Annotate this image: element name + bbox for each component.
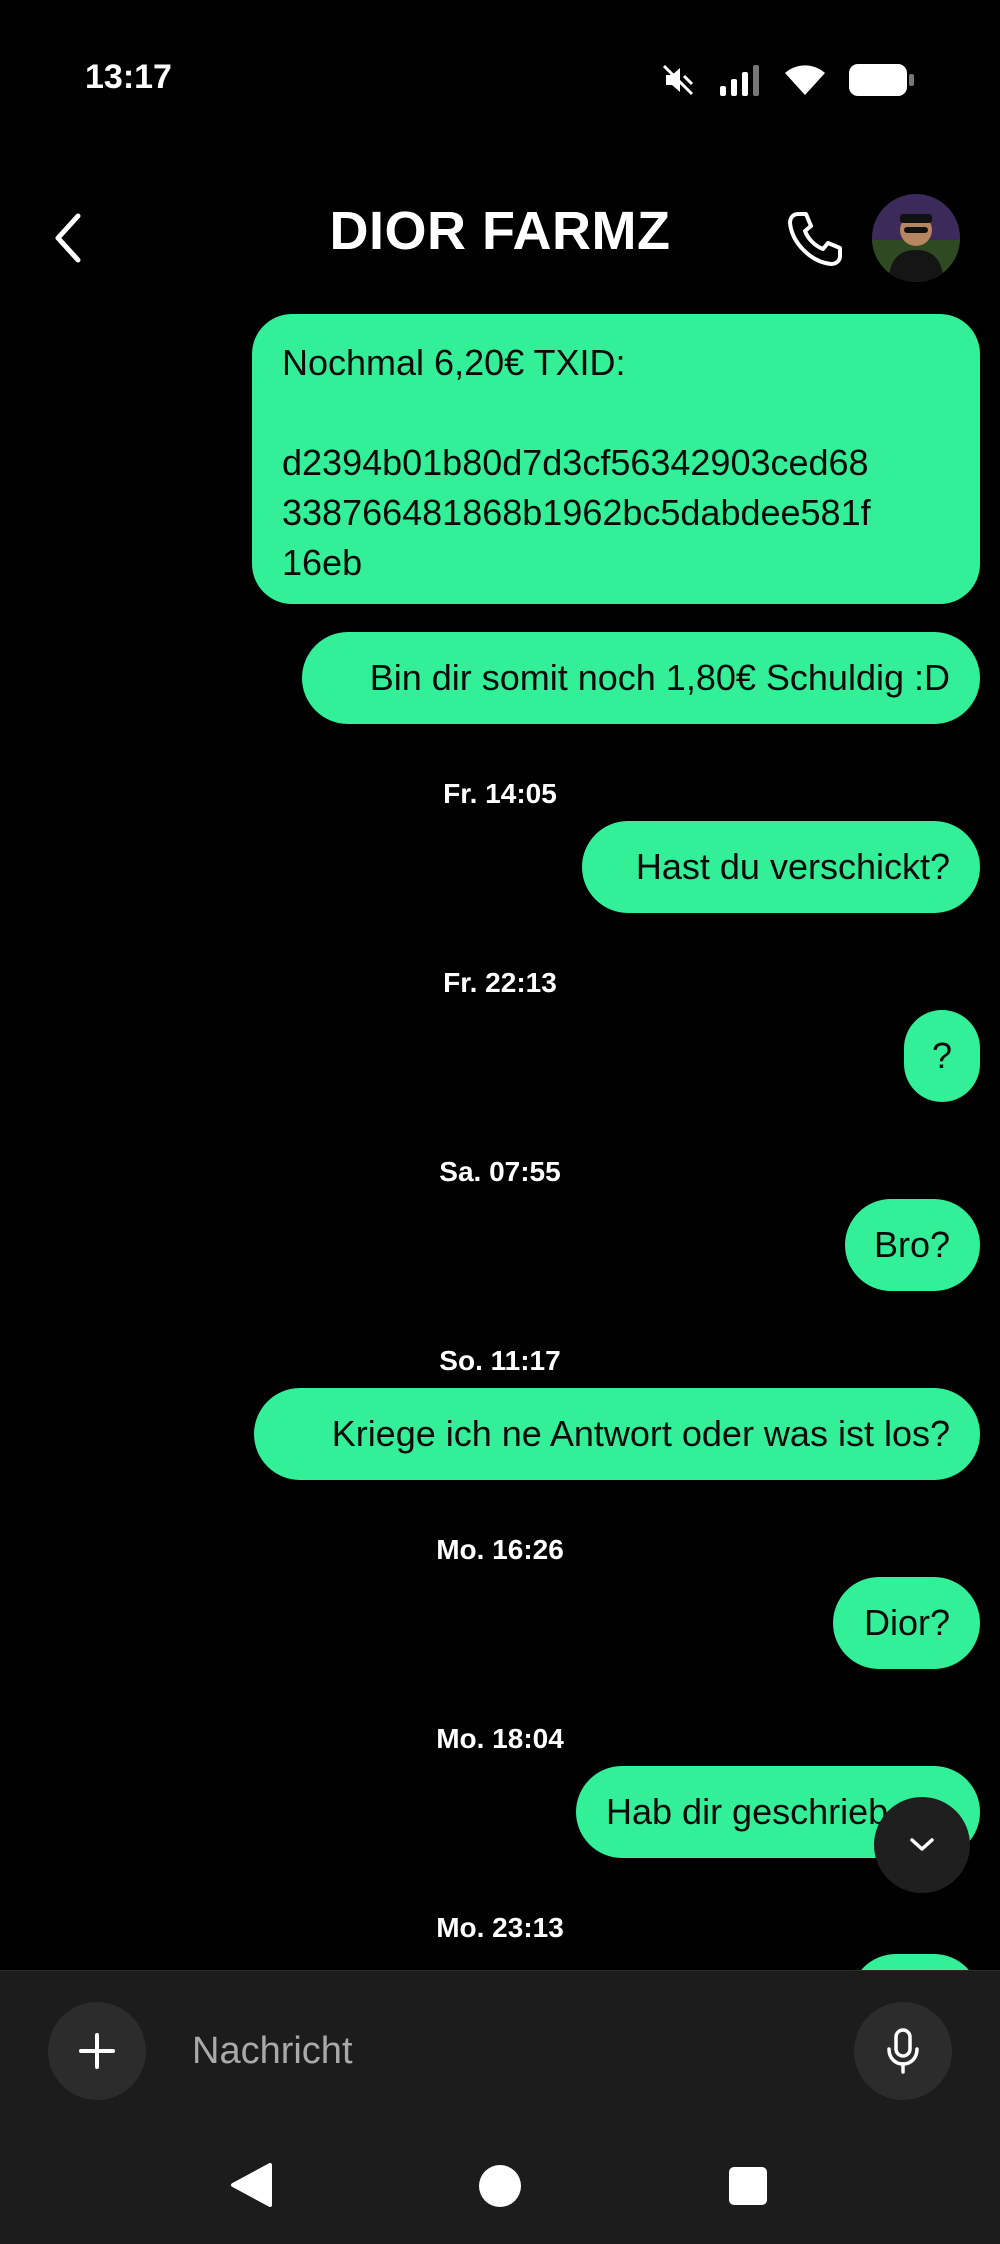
message-input[interactable]	[190, 2020, 834, 2082]
message-text: Hast du verschickt?	[635, 846, 950, 887]
scroll-to-bottom-button[interactable]	[874, 1797, 970, 1893]
timestamp: So. 11:17	[439, 1345, 561, 1376]
mute-icon	[662, 64, 694, 96]
message-text: Dior?	[863, 1602, 950, 1643]
message-text: Bin dir somit noch 1,80€ Schuldig :D	[369, 657, 950, 698]
message-text: Bro?	[873, 1224, 950, 1265]
nav-recents-icon[interactable]	[728, 2166, 768, 2206]
message-text-line: Nochmal 6,20€ TXID:	[282, 342, 626, 383]
attach-button[interactable]	[48, 2002, 146, 2100]
message-bubble[interactable]: Bin dir somit noch 1,80€ Schuldig :D	[302, 632, 980, 724]
message-bubble[interactable]: ?	[904, 1010, 980, 1102]
avatar-image	[872, 194, 960, 282]
nav-back-icon[interactable]	[230, 2162, 272, 2208]
status-icons	[660, 58, 916, 102]
microphone-button[interactable]	[854, 2002, 952, 2100]
message-text-line: 16eb	[282, 542, 363, 583]
message-bubble[interactable]: Nochmal 6,20€ TXID: d2394b01b80d7d3cf563…	[252, 314, 980, 604]
message-bubble[interactable]: Bro?	[845, 1199, 980, 1291]
status-time: 13:17	[85, 58, 172, 96]
plus-icon	[79, 2033, 115, 2069]
battery-icon	[849, 64, 914, 96]
nav-home-icon[interactable]	[478, 2164, 522, 2208]
timestamp: Fr. 22:13	[443, 967, 557, 998]
timestamp: Mo. 23:13	[436, 1912, 564, 1943]
wifi-icon	[785, 65, 825, 95]
phone-icon[interactable]	[784, 208, 846, 270]
message-bubble[interactable]: Hast du verschickt?	[582, 821, 980, 913]
chevron-down-icon	[910, 1838, 934, 1851]
message-text-line: d2394b01b80d7d3cf56342903ced68	[282, 442, 869, 483]
microphone-icon	[887, 2028, 919, 2074]
timestamp: Mo. 18:04	[436, 1723, 564, 1754]
signal-icon	[720, 65, 759, 96]
contact-avatar[interactable]	[872, 194, 960, 282]
message-text: ?	[931, 1035, 953, 1076]
message-text: Hab dir geschrieb	[606, 1791, 889, 1832]
chat-title[interactable]: DIOR FARMZ	[0, 200, 1000, 262]
message-text: Kriege ich ne Antwort oder was ist los?	[331, 1413, 950, 1454]
message-bubble[interactable]: Dior?	[833, 1577, 980, 1669]
timestamp: Sa. 07:55	[439, 1156, 561, 1187]
message-bubble[interactable]: Kriege ich ne Antwort oder was ist los?	[254, 1388, 980, 1480]
message-text-line: 338766481868b1962bc5dabdee581f	[282, 492, 871, 533]
timestamp: Mo. 16:26	[436, 1534, 564, 1565]
timestamp: Fr. 14:05	[443, 778, 557, 809]
